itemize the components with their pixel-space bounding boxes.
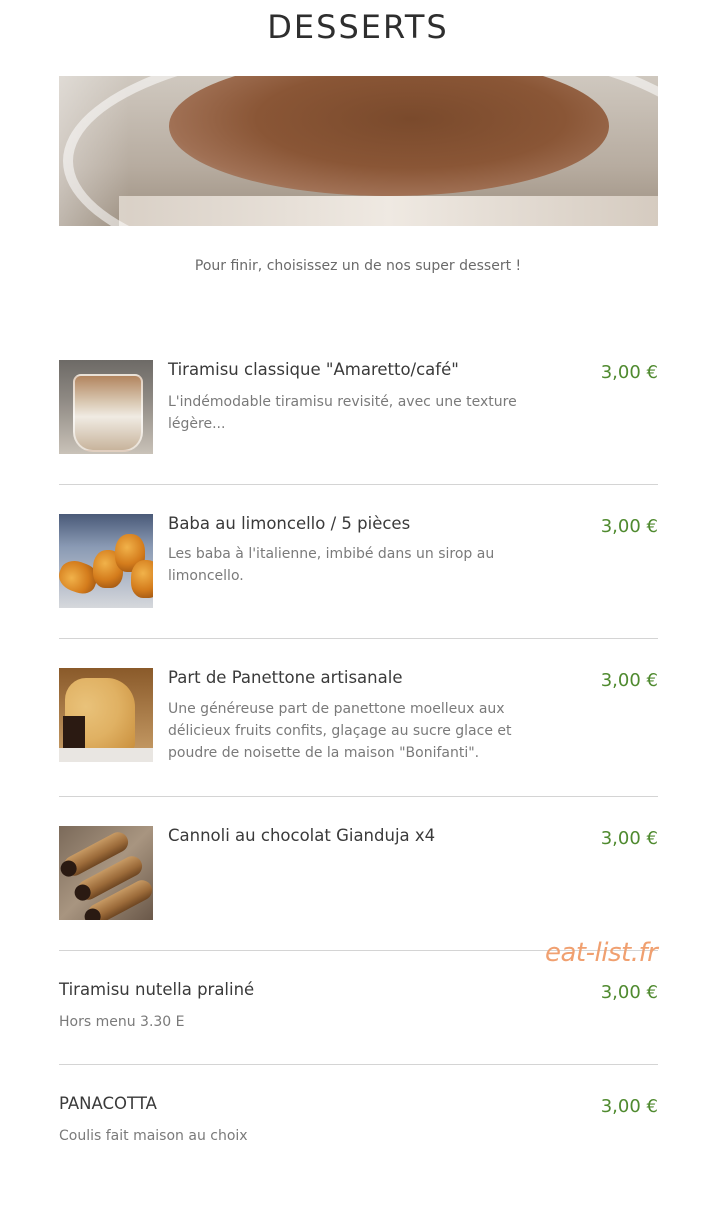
watermark: eat-list.fr [545,938,658,968]
menu-item-panettone[interactable]: Part de Panettone artisanale Une généreu… [59,668,658,778]
item-description: Les baba à l'italienne, imbibé dans un s… [168,546,495,584]
cannoli-thumbnail[interactable] [59,826,153,920]
item-price: 3,00 € [600,828,658,849]
item-price: 3,00 € [600,982,658,1003]
tiramisu-thumbnail[interactable] [59,360,153,454]
item-description: Coulis fait maison au choix [59,1128,248,1144]
divider [59,484,658,485]
item-name: PANACOTTA [59,1094,157,1113]
menu-item-panacotta[interactable]: PANACOTTA Coulis fait maison au choix 3,… [59,1094,658,1154]
divider [59,796,658,797]
item-description: L'indémodable tiramisu revisité, avec un… [168,394,517,432]
item-price: 3,00 € [600,1096,658,1117]
item-description: Hors menu 3.30 E [59,1014,185,1030]
item-name: Tiramisu nutella praliné [59,980,255,999]
page-title: DESSERTS [267,8,449,46]
panettone-thumbnail[interactable] [59,668,153,762]
divider [59,1064,658,1065]
item-name: Cannoli au chocolat Gianduja x4 [168,826,436,845]
item-price: 3,00 € [600,670,658,691]
item-price: 3,00 € [600,516,658,537]
menu-item-cannoli[interactable]: Cannoli au chocolat Gianduja x4 3,00 € [59,826,658,926]
item-name: Part de Panettone artisanale [168,668,403,687]
menu-item-tiramisu-nutella[interactable]: Tiramisu nutella praliné Hors menu 3.30 … [59,980,658,1040]
item-name: Baba au limoncello / 5 pièces [168,514,411,533]
item-name: Tiramisu classique "Amaretto/café" [168,360,459,379]
divider [59,638,658,639]
menu-item-tiramisu-classique[interactable]: Tiramisu classique "Amaretto/café" L'ind… [59,360,658,460]
menu-item-baba-limoncello[interactable]: Baba au limoncello / 5 pièces Les baba à… [59,514,658,614]
item-description: Une généreuse part de panettone moelleux… [168,701,512,761]
hero-image [59,76,658,226]
baba-thumbnail[interactable] [59,514,153,608]
intro-text: Pour finir, choisissez un de nos super d… [194,258,522,274]
item-price: 3,00 € [600,362,658,383]
